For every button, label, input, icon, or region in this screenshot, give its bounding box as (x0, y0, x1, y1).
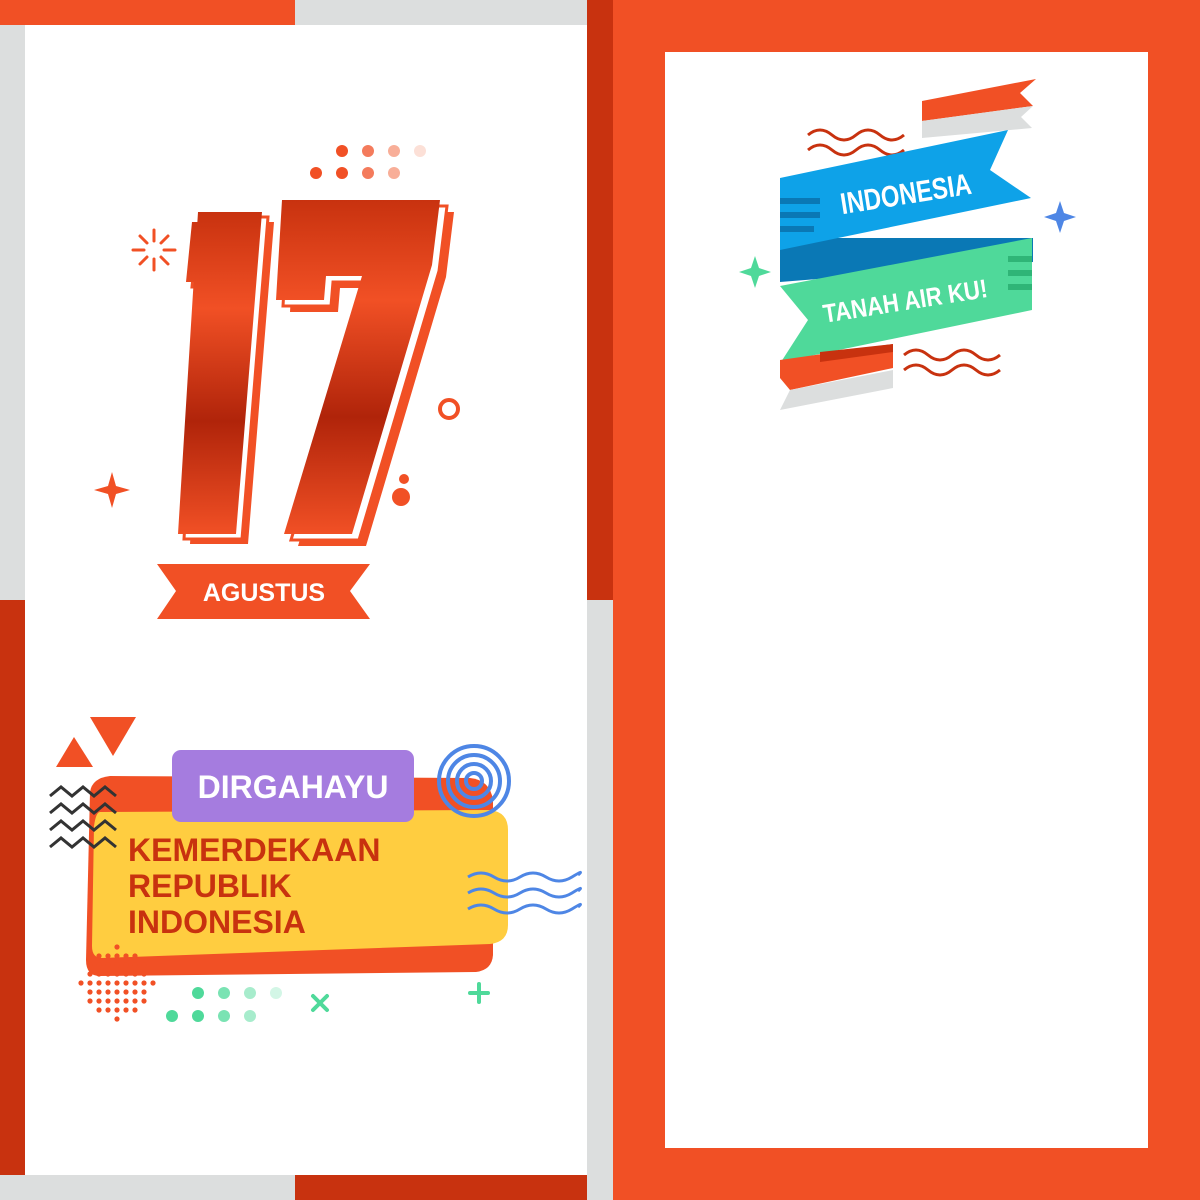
ribbon-green-stripes (1008, 256, 1032, 290)
sparkle-icon-blue (1044, 201, 1076, 233)
ribbon-blue-stripes (780, 198, 820, 232)
sparkle-icon-green (739, 256, 771, 288)
wave-decoration-top (807, 128, 905, 157)
indonesia-ribbon-graphic: INDONESIA TANAH AIR KU! (739, 79, 1076, 410)
wave-decoration-bottom (903, 348, 1001, 377)
